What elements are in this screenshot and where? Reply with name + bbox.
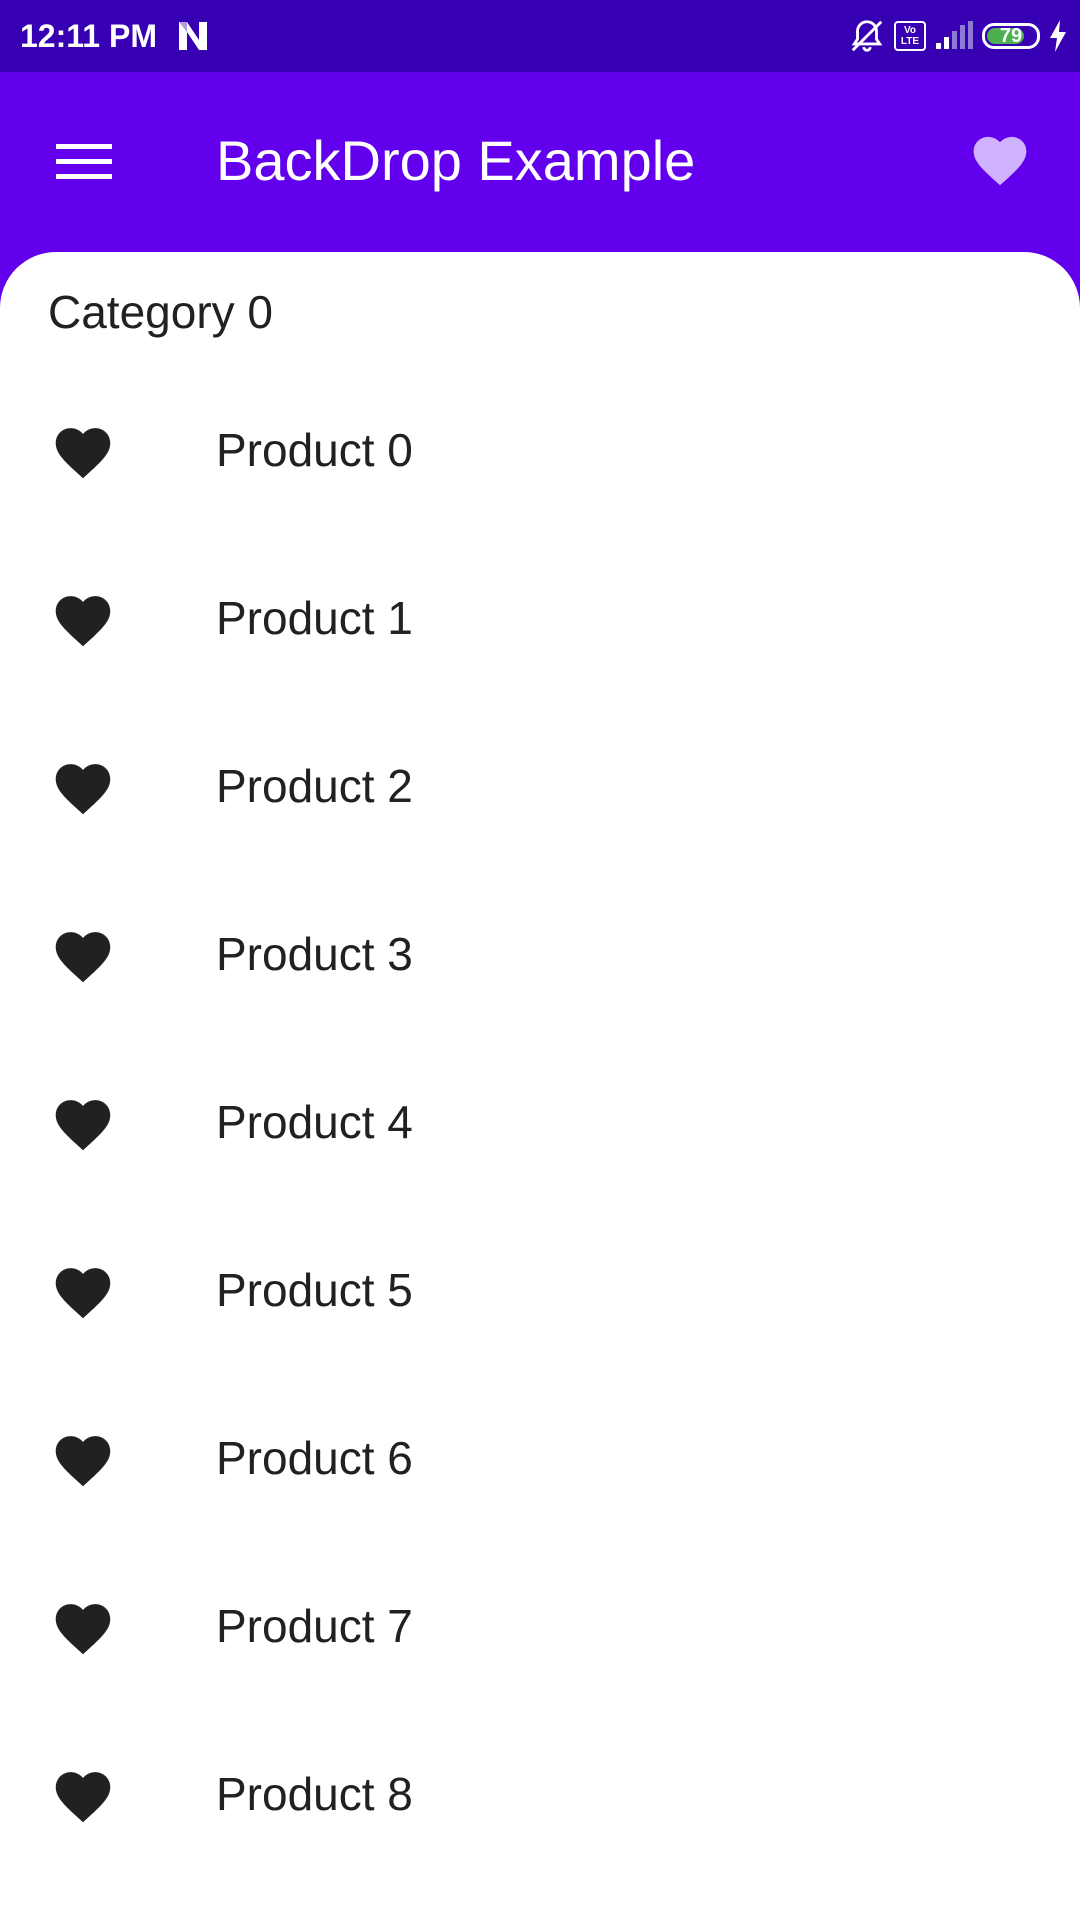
- category-title: Category 0: [48, 286, 274, 338]
- heart-icon: [55, 596, 111, 647]
- volte-bottom-label: LTE: [900, 36, 920, 47]
- product-list: Product 0 Product 1 Product 2 Product 3 …: [0, 368, 1080, 1880]
- list-item-label: Product 7: [216, 1600, 413, 1652]
- list-item-label: Product 3: [216, 928, 413, 980]
- status-icons: Vo LTE 79: [848, 16, 1068, 56]
- heart-icon: [973, 136, 1027, 186]
- heart-icon: [55, 1268, 111, 1319]
- signal-icon: [936, 21, 973, 49]
- volte-top-label: Vo: [903, 25, 917, 36]
- heart-icon: [55, 932, 111, 983]
- list-item-label: Product 6: [216, 1432, 413, 1484]
- list-item[interactable]: Product 8: [0, 1712, 1080, 1880]
- list-item[interactable]: Product 0: [0, 368, 1080, 536]
- list-item[interactable]: Product 5: [0, 1208, 1080, 1376]
- heart-icon: [55, 1772, 111, 1823]
- list-item[interactable]: Product 4: [0, 1040, 1080, 1208]
- charging-icon: [1050, 20, 1066, 52]
- favorite-button[interactable]: [960, 118, 1040, 198]
- heart-icon: [55, 1604, 111, 1655]
- status-bar: 12:11 PM Vo LTE 79: [0, 0, 1080, 72]
- battery-icon: 79: [982, 23, 1040, 49]
- heart-icon: [55, 1436, 111, 1487]
- list-item-label: Product 0: [216, 424, 413, 476]
- list-item[interactable]: Product 6: [0, 1376, 1080, 1544]
- app-bar: BackDrop Example: [0, 72, 1080, 252]
- menu-icon: [56, 144, 112, 179]
- heart-icon: [55, 1100, 111, 1151]
- backdrop-front-layer: Category 0 Product 0 Product 1 Product 2…: [0, 252, 1080, 1920]
- alarm-off-icon: [851, 20, 883, 52]
- list-item-label: Product 8: [216, 1768, 413, 1820]
- page-title: BackDrop Example: [216, 129, 696, 192]
- volte-icon: Vo LTE: [894, 21, 926, 51]
- list-item[interactable]: Product 7: [0, 1544, 1080, 1712]
- status-time: 12:11 PM: [20, 18, 157, 54]
- battery-level: 79: [999, 25, 1023, 47]
- list-item[interactable]: Product 3: [0, 872, 1080, 1040]
- list-item-label: Product 2: [216, 760, 413, 812]
- list-item-label: Product 4: [216, 1096, 413, 1148]
- heart-icon: [55, 428, 111, 479]
- heart-icon: [55, 764, 111, 815]
- list-item-label: Product 1: [216, 592, 413, 644]
- list-item-label: Product 5: [216, 1264, 413, 1316]
- menu-button[interactable]: [48, 126, 120, 198]
- n-notification-icon: [179, 22, 207, 50]
- list-item[interactable]: Product 2: [0, 704, 1080, 872]
- list-item[interactable]: Product 1: [0, 536, 1080, 704]
